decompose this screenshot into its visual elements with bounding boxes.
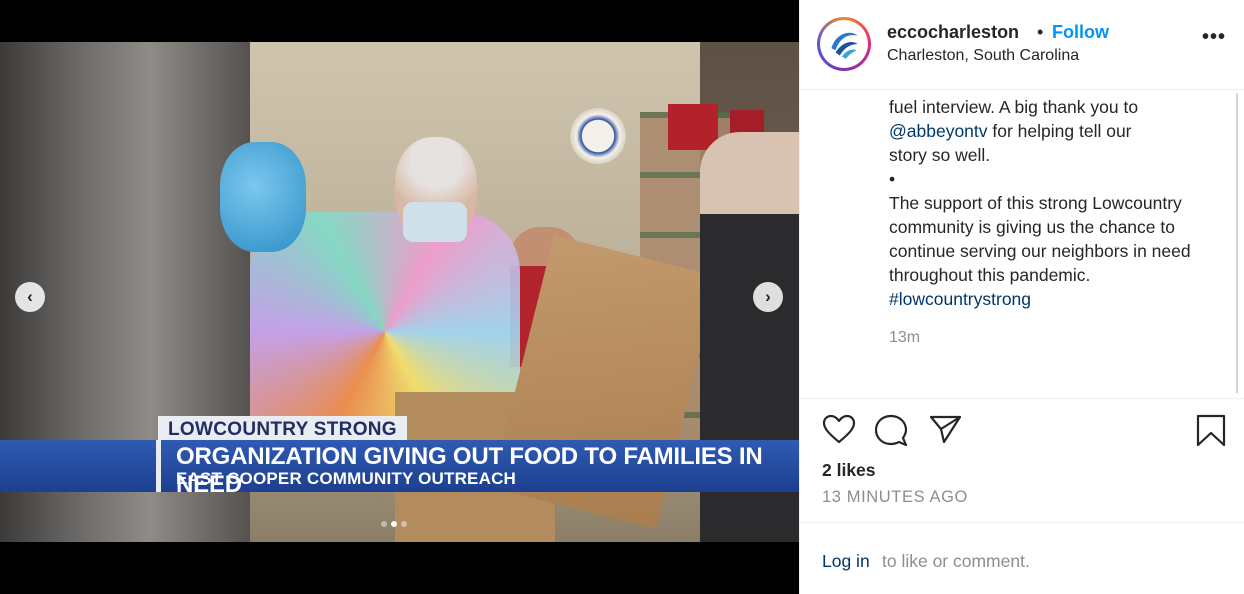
carousel-dot (401, 521, 407, 527)
post-sidebar: eccocharleston • Follow Charleston, Sout… (799, 0, 1244, 594)
login-link[interactable]: Log in (822, 551, 870, 572)
post-media: LOWCOUNTRY STRONG ORGANIZATION GIVING OU… (0, 0, 799, 594)
chevron-right-icon: › (765, 287, 771, 306)
mention-link[interactable]: @abbeyontv (889, 121, 988, 141)
share-icon[interactable] (929, 414, 963, 444)
hashtag-link[interactable]: #lowcountrystrong (889, 289, 1031, 309)
chevron-left-icon: ‹ (27, 287, 33, 306)
follow-button[interactable]: Follow (1052, 22, 1109, 43)
caption-time: 13m (889, 329, 921, 346)
ecco-logo-icon (823, 23, 865, 65)
comment-icon[interactable] (874, 414, 908, 448)
carousel-dots (381, 521, 407, 527)
action-bar (800, 400, 1244, 456)
post-photo: LOWCOUNTRY STRONG ORGANIZATION GIVING OU… (0, 42, 799, 542)
bookmark-icon[interactable] (1196, 414, 1226, 448)
separator-dot: • (1037, 22, 1044, 42)
login-prompt: Log in to like or comment. (800, 522, 1244, 594)
login-prompt-text: to like or comment. (882, 551, 1030, 571)
carousel-next-button[interactable]: › (753, 282, 783, 312)
carousel-prev-button[interactable]: ‹ (15, 282, 45, 312)
avatar[interactable] (817, 17, 871, 71)
location-link[interactable]: Charleston, South Carolina (887, 47, 1079, 65)
chyron-banner: ORGANIZATION GIVING OUT FOOD TO FAMILIES… (0, 440, 799, 498)
heart-icon[interactable] (822, 414, 856, 444)
post-timestamp: 13 MINUTES AGO (822, 488, 968, 506)
more-options-icon[interactable]: ••• (1202, 26, 1226, 49)
carousel-dot (381, 521, 387, 527)
bullet: • (889, 169, 896, 189)
carousel-dot (391, 521, 397, 527)
likes-count[interactable]: 2 likes (822, 460, 876, 481)
chyron-subline: EAST COOPER COMMUNITY OUTREACH (176, 469, 517, 488)
post-header: eccocharleston • Follow Charleston, Sout… (800, 0, 1244, 90)
username-link[interactable]: eccocharleston (887, 22, 1019, 43)
scrollbar[interactable] (1236, 93, 1238, 393)
post-caption: fuel interview. A big thank you to @abbe… (889, 95, 1219, 311)
caption-area: fuel interview. A big thank you to @abbe… (800, 91, 1244, 399)
